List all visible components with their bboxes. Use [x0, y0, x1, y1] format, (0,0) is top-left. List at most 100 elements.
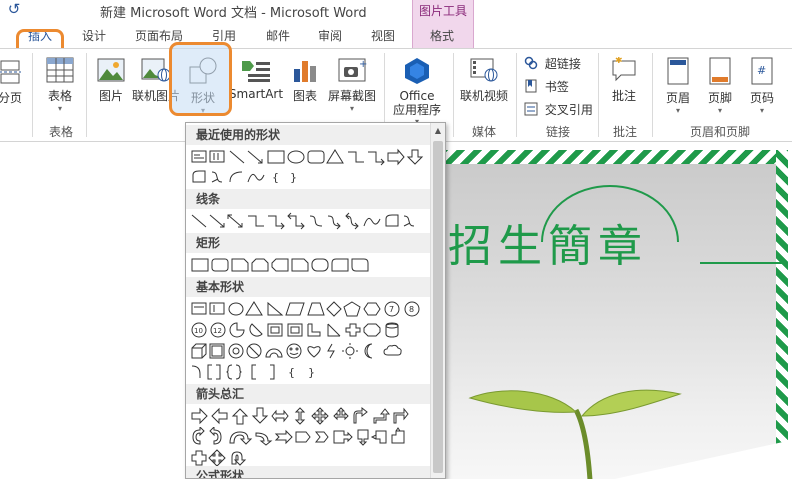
tab-mailings[interactable]: 邮件 [266, 27, 290, 44]
ribbon-tabs: 插入 设计 页面布局 引用 邮件 审阅 视图 格式 [0, 22, 792, 67]
section-rectangles: 矩形 [186, 233, 431, 253]
poster-underline [700, 262, 788, 264]
office-label: Office [399, 89, 435, 103]
chevron-down-icon: ▾ [759, 106, 764, 115]
screenshot-button[interactable]: + 屏幕截图 ▾ [326, 57, 378, 113]
tab-design[interactable]: 设计 [82, 27, 106, 44]
page-number-button[interactable]: # 页码 ▾ [744, 57, 780, 115]
poster-border-right [776, 150, 788, 479]
chart-button[interactable]: 图表 [288, 57, 322, 104]
bookmark-icon [525, 79, 537, 93]
page-curl [614, 440, 792, 479]
right-brace-glyph: } [308, 366, 315, 379]
chevron-down-icon: ▾ [675, 106, 680, 115]
separator [32, 53, 33, 137]
separator [516, 53, 517, 137]
table-group-label: 表格 [48, 125, 73, 139]
section-lines: 线条 [186, 189, 431, 209]
footer-button[interactable]: 页脚 ▾ [702, 57, 738, 115]
block-arrows-row-1[interactable] [190, 406, 430, 426]
rectangle-shapes-icons [191, 258, 369, 272]
comment-label: 批注 [611, 89, 636, 103]
cross-reference-button[interactable]: 交叉引用 [524, 101, 593, 118]
smartart-icon [242, 61, 270, 82]
block-arrows-icons-3 [191, 449, 247, 467]
separator [652, 53, 653, 137]
undo-icon[interactable]: ↺ [4, 0, 24, 20]
links-group-label: 链接 [545, 125, 570, 139]
block-arrows-row-2[interactable] [190, 427, 430, 447]
table-label: 表格 [47, 89, 72, 103]
recent-shapes-icons-2: { } [192, 170, 297, 184]
basic-shapes-row-2[interactable]: 10 12 [190, 320, 430, 340]
office-apps-button[interactable]: Office 应用程序 ▾ [386, 57, 448, 126]
section-block-arrows: 箭头总汇 [186, 384, 431, 404]
comment-icon: ✱ [612, 57, 636, 82]
picture-button[interactable]: 图片 [94, 57, 128, 104]
smartart-button[interactable]: SmartArt [228, 57, 284, 101]
svg-text:8: 8 [409, 305, 414, 314]
basic-shapes-icons-3 [191, 343, 402, 359]
scroll-thumb[interactable] [433, 141, 443, 473]
svg-text:#: # [757, 64, 766, 77]
header-footer-group-label: 页眉和页脚 [689, 125, 750, 139]
block-arrows-row-3[interactable] [190, 448, 270, 468]
left-brace-glyph: { [288, 366, 295, 379]
table-icon [46, 57, 74, 83]
footer-icon [709, 57, 731, 85]
hyperlink-icon [524, 56, 538, 70]
scroll-up-arrow-icon[interactable]: ▲ [432, 125, 444, 137]
page-break-button[interactable]: 分页 [0, 59, 24, 106]
screenshot-label: 屏幕截图 [327, 89, 376, 103]
table-button[interactable]: 表格 ▾ [42, 57, 78, 113]
basic-shapes-row-4[interactable]: { } [190, 362, 340, 382]
picture-tools-label: 图片工具 [418, 4, 467, 18]
office-store-icon [405, 58, 429, 84]
header-button[interactable]: 页眉 ▾ [660, 57, 696, 115]
header-icon [667, 57, 689, 85]
block-arrows-icons-1 [191, 406, 409, 425]
online-video-label: 联机视频 [459, 89, 508, 103]
page-number-icon: # [751, 57, 773, 85]
document-title: 新建 Microsoft Word 文档 - Microsoft Word [100, 6, 367, 21]
recent-shapes-row-1[interactable] [190, 147, 430, 167]
chart-icon [294, 61, 316, 82]
separator [453, 53, 454, 137]
hyperlink-label: 超链接 [544, 57, 581, 71]
shapes-dropdown-menu: 最近使用的形状 { } 线条 矩形 基本形状 7 8 10 12 {} 箭头总… [185, 122, 446, 479]
svg-text:+: + [359, 59, 367, 70]
basic-shapes-row-1[interactable]: 7 8 [190, 299, 430, 319]
hyperlink-button[interactable]: 超链接 [524, 55, 581, 72]
tab-format[interactable]: 格式 [430, 27, 454, 44]
right-brace-glyph: } [290, 171, 297, 184]
separator [86, 53, 87, 137]
screenshot-icon: + [338, 58, 367, 82]
basic-shapes-icons-2: 10 12 [191, 322, 399, 338]
dropdown-scrollbar[interactable]: ▲ [430, 123, 445, 478]
tab-review[interactable]: 审阅 [318, 27, 342, 44]
svg-text:✱: ✱ [615, 57, 623, 66]
basic-shapes-row-3[interactable] [190, 341, 430, 361]
poster-image[interactable]: 招生簡章 [440, 150, 788, 479]
header-label: 页眉 [665, 91, 690, 105]
poster-border-top [440, 150, 788, 164]
online-video-button[interactable]: 联机视频 [457, 57, 511, 104]
smartart-label: SmartArt [228, 87, 284, 101]
bookmark-button[interactable]: 书签 [524, 78, 569, 95]
tab-view[interactable]: 视图 [371, 27, 395, 44]
picture-label: 图片 [98, 89, 123, 103]
svg-text:7: 7 [389, 305, 394, 314]
block-arrows-icons-2 [192, 427, 405, 446]
comment-group-label: 批注 [612, 125, 637, 139]
online-picture-icon [141, 58, 171, 82]
rectangles-row[interactable] [190, 255, 390, 275]
section-basic-shapes: 基本形状 [186, 277, 431, 297]
recent-shapes-row-2[interactable]: { } [190, 167, 310, 187]
online-video-icon [470, 58, 498, 82]
lines-row[interactable] [190, 211, 430, 231]
picture-icon [97, 58, 125, 82]
comment-button[interactable]: ✱ 批注 [606, 57, 642, 104]
left-brace-glyph: { [272, 171, 279, 184]
page-number-label: 页码 [749, 91, 774, 105]
section-recent-shapes: 最近使用的形状 [186, 125, 431, 145]
